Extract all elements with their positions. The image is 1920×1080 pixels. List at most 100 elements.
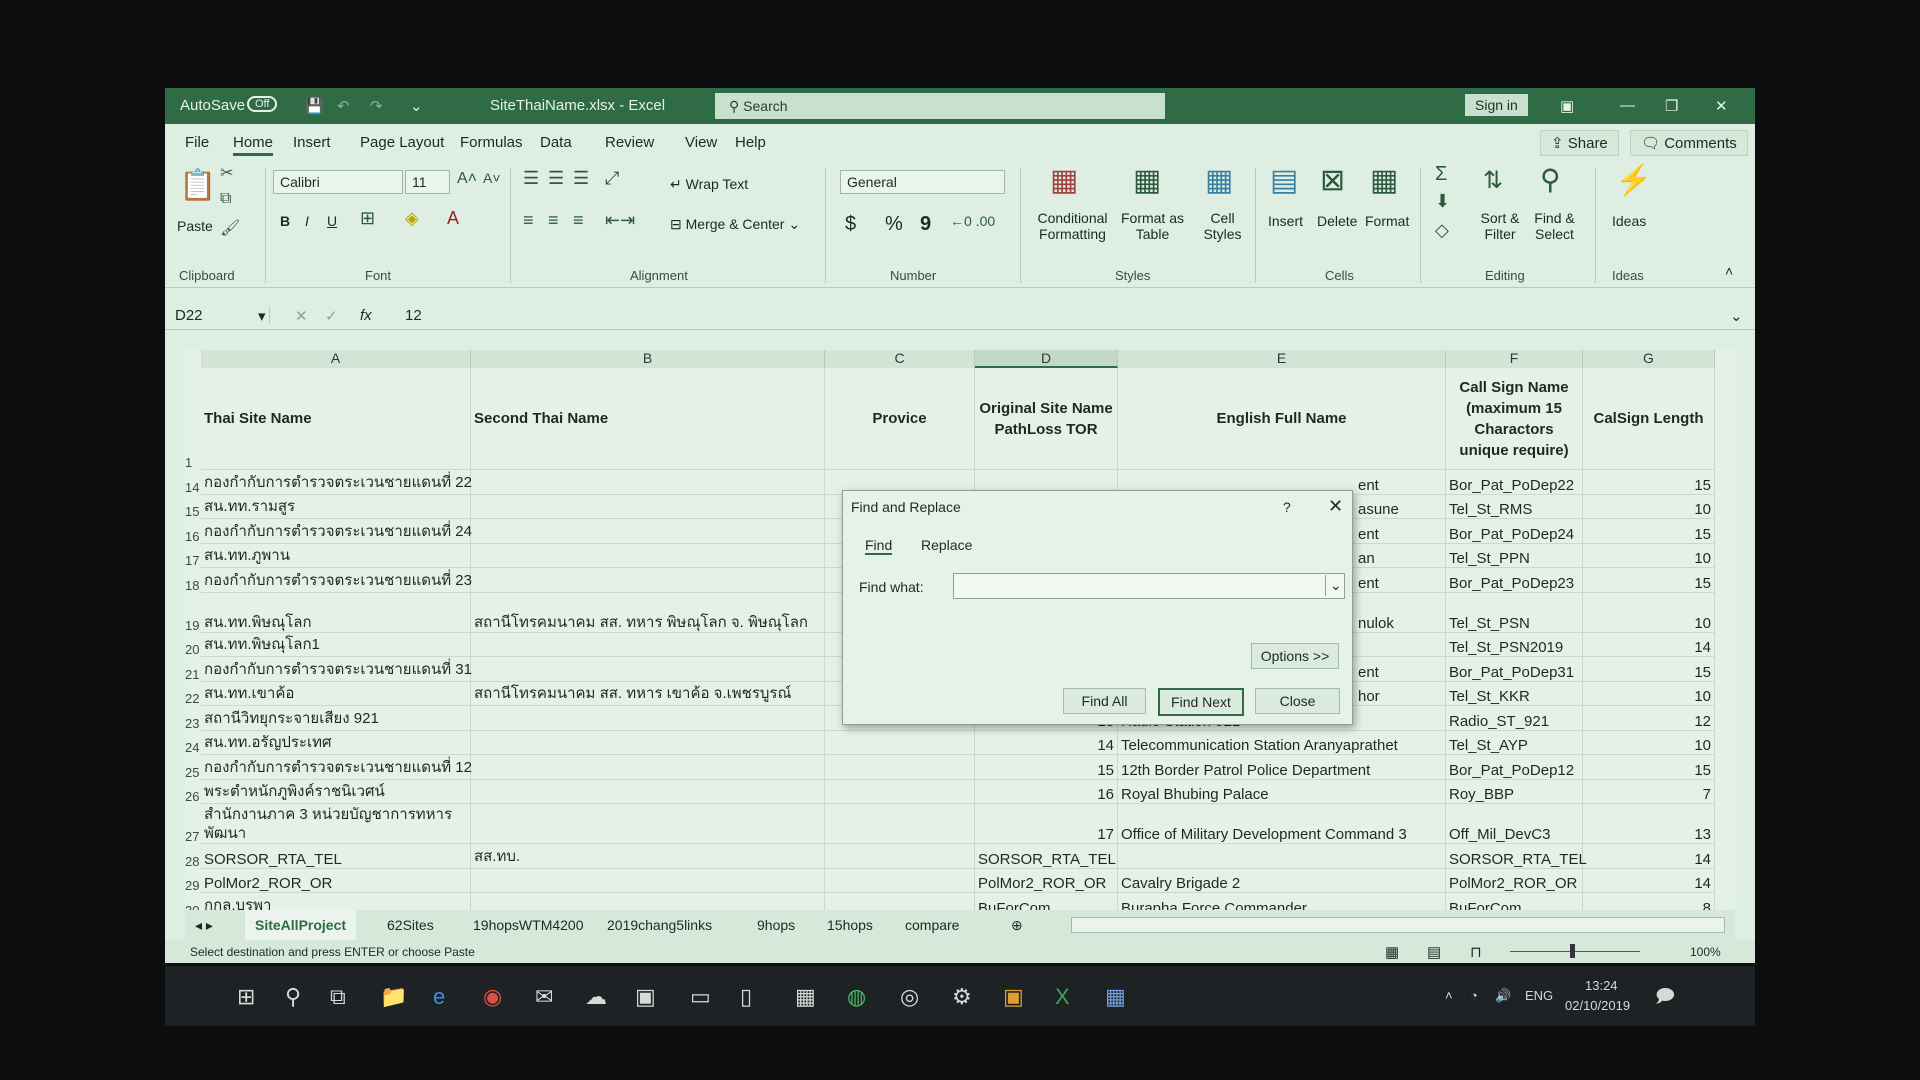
row-header[interactable]: 28 xyxy=(185,844,201,869)
normal-view-icon[interactable]: ▦ xyxy=(1385,943,1399,961)
table-cell[interactable]: สน.ทท.พิษณุโลก xyxy=(201,592,471,633)
expand-formula-icon[interactable]: ⌄ xyxy=(1730,307,1743,325)
paste-button[interactable]: Paste xyxy=(177,218,213,234)
row-header[interactable]: 1 xyxy=(185,368,201,470)
table-cell[interactable]: 15 xyxy=(1583,657,1715,682)
table-cell[interactable]: สถานีโทรคมนาคม สส. ทหาร พิษณุโลก จ. พิษณ… xyxy=(471,592,825,633)
add-sheet-icon[interactable]: ⊕ xyxy=(1011,917,1023,934)
table-cell[interactable]: Bor_Pat_PoDep24 xyxy=(1446,519,1583,544)
column-header-a[interactable]: A xyxy=(201,350,471,368)
header-cell-f[interactable]: Call Sign Name (maximum 15 Charactors un… xyxy=(1446,368,1583,470)
app-icon[interactable]: ◎ xyxy=(900,984,919,1010)
delete-cells-button[interactable]: Delete xyxy=(1317,213,1357,229)
tab-review[interactable]: Review xyxy=(605,134,654,151)
table-cell[interactable]: Tel_St_PSN2019 xyxy=(1446,632,1583,657)
table-cell[interactable]: 12 xyxy=(1583,706,1715,731)
insert-cells-button[interactable]: Insert xyxy=(1268,213,1303,229)
network-icon[interactable]: ◔ xyxy=(1470,988,1478,1003)
find-next-button[interactable]: Find Next xyxy=(1158,688,1244,716)
sheet-tab[interactable]: SiteAllProject xyxy=(245,910,357,943)
table-cell[interactable]: Bor_Pat_PoDep23 xyxy=(1446,568,1583,593)
table-cell[interactable]: Office of Military Development Command 3 xyxy=(1118,804,1446,844)
task-view-icon[interactable]: ⧉ xyxy=(330,984,346,1010)
format-cells-button[interactable]: Format xyxy=(1365,213,1409,229)
table-cell[interactable]: 15 xyxy=(1583,470,1715,495)
currency-button[interactable]: $ xyxy=(845,213,856,236)
table-cell[interactable]: 16 xyxy=(975,779,1118,804)
table-cell[interactable] xyxy=(471,730,825,755)
table-cell[interactable]: Tel_St_KKR xyxy=(1446,681,1583,706)
header-cell-b[interactable]: Second Thai Name xyxy=(471,368,825,470)
save-icon[interactable]: 💾 xyxy=(305,97,324,115)
tab-replace[interactable]: Replace xyxy=(921,537,972,553)
volume-icon[interactable]: 🔊 xyxy=(1495,988,1511,1004)
name-box-dropdown-icon[interactable]: ▾ xyxy=(258,307,266,325)
decrease-font-icon[interactable]: A˅ xyxy=(483,170,501,186)
table-cell[interactable]: สน.ทท.ภูพาน xyxy=(201,543,471,568)
table-cell[interactable] xyxy=(471,779,825,804)
restore-icon[interactable]: ❐ xyxy=(1665,97,1678,115)
table-cell[interactable]: Burapha Force Commander xyxy=(1118,893,1446,910)
table-cell[interactable]: สส.ทบ. xyxy=(471,844,825,869)
increase-font-icon[interactable]: A˄ xyxy=(457,170,477,188)
table-cell[interactable]: Bor_Pat_PoDep31 xyxy=(1446,657,1583,682)
table-cell[interactable] xyxy=(471,755,825,780)
table-cell[interactable]: 7 xyxy=(1583,779,1715,804)
row-header[interactable]: 17 xyxy=(185,544,201,568)
fill-icon[interactable]: ⬇ xyxy=(1435,191,1450,212)
table-cell[interactable]: 14 xyxy=(1583,632,1715,657)
redo-icon[interactable]: ↷ xyxy=(370,97,383,115)
header-cell-a[interactable]: Thai Site Name xyxy=(201,368,471,470)
font-color-icon[interactable]: A xyxy=(447,208,459,229)
table-cell[interactable] xyxy=(471,632,825,657)
zoom-slider-thumb[interactable] xyxy=(1570,944,1575,958)
table-cell[interactable]: สน.ทท.พิษณุโลก1 xyxy=(201,632,471,657)
sign-in-button[interactable]: Sign in xyxy=(1465,94,1528,116)
table-cell[interactable] xyxy=(825,844,975,869)
formula-input[interactable]: 12 xyxy=(405,307,422,324)
align-right-icon[interactable]: ≡ xyxy=(573,210,584,231)
insert-cells-icon[interactable]: ▤ xyxy=(1270,163,1298,198)
sheet-tab[interactable]: 62Sites xyxy=(387,917,434,933)
sheet-tab[interactable]: 2019chang5links xyxy=(607,917,712,933)
format-painter-icon[interactable]: 🖌 xyxy=(220,218,240,238)
table-cell[interactable] xyxy=(471,868,825,893)
row-header[interactable]: 26 xyxy=(185,780,201,804)
mail-icon[interactable]: ✉ xyxy=(535,984,553,1010)
indent-icon[interactable]: ⇤⇥ xyxy=(605,210,635,231)
table-cell[interactable]: PolMor2_ROR_OR xyxy=(201,868,471,893)
row-header[interactable]: 18 xyxy=(185,568,201,593)
name-box[interactable]: D22 xyxy=(175,307,270,324)
table-cell[interactable]: สถานีโทรคมนาคม สส. ทหาร เขาค้อ จ.เพชรบูร… xyxy=(471,681,825,706)
copy-icon[interactable]: ⧉ xyxy=(220,190,231,208)
table-cell[interactable]: กกล.บูรพา xyxy=(201,893,471,910)
header-cell-e[interactable]: English Full Name xyxy=(1118,368,1446,470)
table-cell[interactable]: 15 xyxy=(975,755,1118,780)
table-cell[interactable] xyxy=(471,568,825,593)
chrome-icon[interactable]: ◉ xyxy=(483,984,502,1010)
table-cell[interactable]: กองกำกับการตำรวจตระเวนชายแดนที่ 23 xyxy=(201,568,472,593)
page-break-view-icon[interactable]: ⊓ xyxy=(1470,943,1482,961)
table-cell[interactable]: Off_Mil_DevC3 xyxy=(1446,804,1583,844)
column-header-f[interactable]: F xyxy=(1446,350,1583,368)
table-cell[interactable] xyxy=(825,755,975,780)
delete-cells-icon[interactable]: ⊠ xyxy=(1320,163,1345,198)
cell-styles-button[interactable]: Cell Styles xyxy=(1195,210,1250,242)
clear-icon[interactable]: ◇ xyxy=(1435,220,1449,241)
table-cell[interactable]: 8 xyxy=(1583,893,1715,910)
paste-icon[interactable]: 📋 xyxy=(179,168,216,203)
calculator-icon[interactable]: ▦ xyxy=(795,984,816,1010)
orientation-icon[interactable]: ⤢ xyxy=(605,168,619,189)
app-icon[interactable]: ▦ xyxy=(1105,984,1126,1010)
italic-button[interactable]: I xyxy=(305,213,309,229)
conditional-formatting-button[interactable]: Conditional Formatting xyxy=(1030,210,1115,242)
table-cell[interactable]: SORSOR_RTA_TEL xyxy=(1446,844,1587,869)
table-cell[interactable] xyxy=(471,494,825,519)
table-cell[interactable]: Tel_St_AYP xyxy=(1446,730,1583,755)
app-icon[interactable]: ▣ xyxy=(635,984,656,1010)
table-cell[interactable]: 14 xyxy=(1583,868,1715,893)
table-cell[interactable]: 14 xyxy=(975,730,1118,755)
app-icon[interactable]: ☁ xyxy=(585,984,607,1010)
tab-data[interactable]: Data xyxy=(540,134,572,151)
table-cell[interactable] xyxy=(471,893,825,910)
